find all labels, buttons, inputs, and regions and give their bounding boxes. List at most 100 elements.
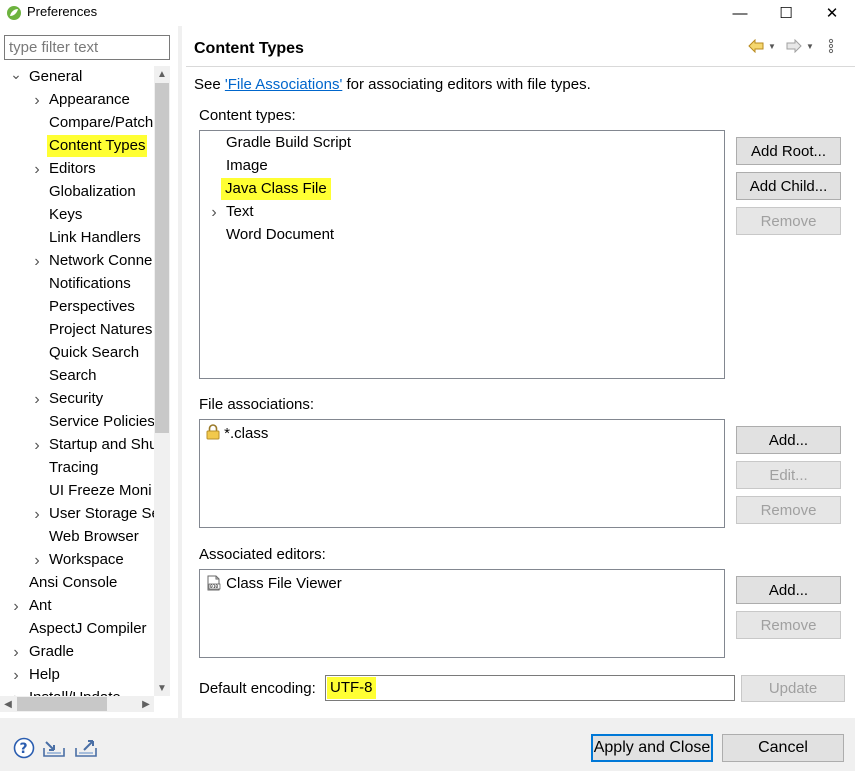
- tree-item[interactable]: Perspectives: [0, 296, 154, 319]
- tree-item[interactable]: › Help: [0, 664, 154, 687]
- remove-editor-button[interactable]: Remove: [736, 611, 841, 639]
- add-child-button[interactable]: Add Child...: [736, 172, 841, 200]
- view-menu-button[interactable]: [828, 36, 834, 56]
- add-editor-button[interactable]: Add...: [736, 576, 841, 604]
- chevron-right-icon[interactable]: ›: [10, 664, 22, 687]
- tree-item-label: Quick Search: [49, 344, 140, 361]
- list-item[interactable]: *.class: [206, 423, 268, 446]
- file-associations-label: File associations:: [199, 396, 315, 413]
- chevron-down-icon[interactable]: ⌄: [10, 66, 22, 85]
- tree-item-label: Content Types: [47, 135, 148, 157]
- tree-item[interactable]: Quick Search: [0, 342, 154, 365]
- content-types-tree[interactable]: Gradle Build Script Image Java Class File ›…: [199, 130, 725, 379]
- chevron-right-icon[interactable]: ›: [10, 641, 22, 664]
- close-button[interactable]: ✕: [809, 0, 855, 26]
- tree-item[interactable]: Compare/Patch: [0, 112, 154, 135]
- content-type-item[interactable]: Gradle Build Script: [200, 132, 720, 155]
- tree-item[interactable]: UI Freeze Moni: [0, 480, 154, 503]
- chevron-right-icon[interactable]: ›: [31, 158, 43, 181]
- tree-item[interactable]: › Ant: [0, 595, 154, 618]
- tree-item[interactable]: › Workspace: [0, 549, 154, 572]
- tree-horizontal-scrollbar[interactable]: ◀ ▶: [0, 696, 154, 712]
- chevron-right-icon[interactable]: ›: [31, 250, 43, 273]
- content-type-item[interactable]: Word Document: [200, 224, 720, 247]
- tree-item[interactable]: › User Storage Se: [0, 503, 154, 526]
- back-button[interactable]: ▼: [748, 36, 776, 56]
- tree-item[interactable]: Link Handlers: [0, 227, 154, 250]
- maximize-button[interactable]: ☐: [763, 0, 809, 26]
- tree-item[interactable]: Service Policies: [0, 411, 154, 434]
- content-type-item[interactable]: Image: [200, 155, 720, 178]
- help-button[interactable]: ?: [12, 737, 36, 759]
- tree-item[interactable]: Ansi Console: [0, 572, 154, 595]
- editor-label: Class File Viewer: [226, 575, 342, 592]
- scroll-thumb[interactable]: [155, 83, 169, 433]
- tree-item[interactable]: Notifications: [0, 273, 154, 296]
- apply-and-close-button[interactable]: Apply and Close: [591, 734, 713, 762]
- chevron-right-icon[interactable]: ›: [31, 549, 43, 572]
- forward-dropdown-icon[interactable]: ▼: [806, 42, 814, 51]
- tree-item-label: Editors: [49, 160, 96, 177]
- tree-vertical-scrollbar[interactable]: ▲ ▼: [154, 66, 170, 696]
- tree-item[interactable]: ⌄ General: [0, 66, 154, 89]
- tree-item-label: Web Browser: [49, 528, 139, 545]
- tree-item[interactable]: Content Types: [0, 135, 154, 158]
- file-associations-link[interactable]: 'File Associations': [225, 76, 342, 93]
- add-file-association-button[interactable]: Add...: [736, 426, 841, 454]
- tree-item[interactable]: Web Browser: [0, 526, 154, 549]
- tree-item[interactable]: › Gradle: [0, 641, 154, 664]
- scroll-right-icon[interactable]: ▶: [138, 696, 154, 712]
- tree-item-label: User Storage Se: [49, 505, 154, 522]
- remove-file-association-button[interactable]: Remove: [736, 496, 841, 524]
- forward-button[interactable]: ▼: [786, 36, 814, 56]
- update-button[interactable]: Update: [741, 675, 845, 702]
- default-encoding-field[interactable]: [325, 675, 735, 701]
- default-encoding-value[interactable]: UTF-8: [327, 677, 376, 699]
- scroll-down-icon[interactable]: ▼: [154, 680, 170, 696]
- tree-item[interactable]: Tracing: [0, 457, 154, 480]
- chevron-right-icon[interactable]: ›: [208, 201, 220, 224]
- tree-item[interactable]: › Appearance: [0, 89, 154, 112]
- add-root-button[interactable]: Add Root...: [736, 137, 841, 165]
- import-button[interactable]: [42, 737, 66, 759]
- tree-item-label: Ansi Console: [29, 574, 118, 591]
- tree-item[interactable]: › Startup and Shu: [0, 434, 154, 457]
- filter-input[interactable]: [4, 35, 170, 60]
- scroll-left-icon[interactable]: ◀: [0, 696, 16, 712]
- content-type-label: Image: [226, 157, 268, 174]
- file-associations-list[interactable]: *.class: [199, 419, 725, 528]
- scroll-up-icon[interactable]: ▲: [154, 66, 170, 82]
- chevron-right-icon[interactable]: ›: [10, 687, 22, 697]
- page-title: Content Types: [194, 40, 304, 57]
- scroll-thumb-horizontal[interactable]: [17, 697, 107, 711]
- tree-item-label: Tracing: [49, 459, 99, 476]
- tree-item[interactable]: Search: [0, 365, 154, 388]
- chevron-right-icon[interactable]: ›: [31, 89, 43, 112]
- chevron-right-icon[interactable]: ›: [31, 434, 43, 457]
- cancel-button[interactable]: Cancel: [722, 734, 844, 762]
- list-item[interactable]: 010 Class File Viewer: [206, 573, 342, 596]
- tree-item-label: Link Handlers: [49, 229, 141, 246]
- content-type-label: Word Document: [226, 226, 335, 243]
- tree-item[interactable]: › Security: [0, 388, 154, 411]
- tree-item[interactable]: Keys: [0, 204, 154, 227]
- tree-item[interactable]: › Network Conne: [0, 250, 154, 273]
- tree-item[interactable]: AspectJ Compiler: [0, 618, 154, 641]
- preference-tree: ⌄ General › Appearance Compare/Patch Content …: [0, 66, 154, 696]
- edit-file-association-button[interactable]: Edit...: [736, 461, 841, 489]
- tree-item[interactable]: › Install/Update: [0, 687, 154, 696]
- chevron-right-icon[interactable]: ›: [10, 595, 22, 618]
- associated-editors-list[interactable]: 010 Class File Viewer: [199, 569, 725, 658]
- chevron-right-icon[interactable]: ›: [31, 388, 43, 411]
- tree-item[interactable]: Project Natures: [0, 319, 154, 342]
- chevron-right-icon[interactable]: ›: [31, 503, 43, 526]
- content-type-item[interactable]: › Text: [200, 201, 720, 224]
- minimize-button[interactable]: —: [717, 0, 763, 26]
- export-button[interactable]: [74, 737, 98, 759]
- remove-content-type-button[interactable]: Remove: [736, 207, 841, 235]
- tree-item[interactable]: › Editors: [0, 158, 154, 181]
- tree-item[interactable]: Globalization: [0, 181, 154, 204]
- content-type-item[interactable]: Java Class File: [200, 178, 720, 201]
- back-dropdown-icon[interactable]: ▼: [768, 42, 776, 51]
- content-type-label: Text: [226, 203, 254, 220]
